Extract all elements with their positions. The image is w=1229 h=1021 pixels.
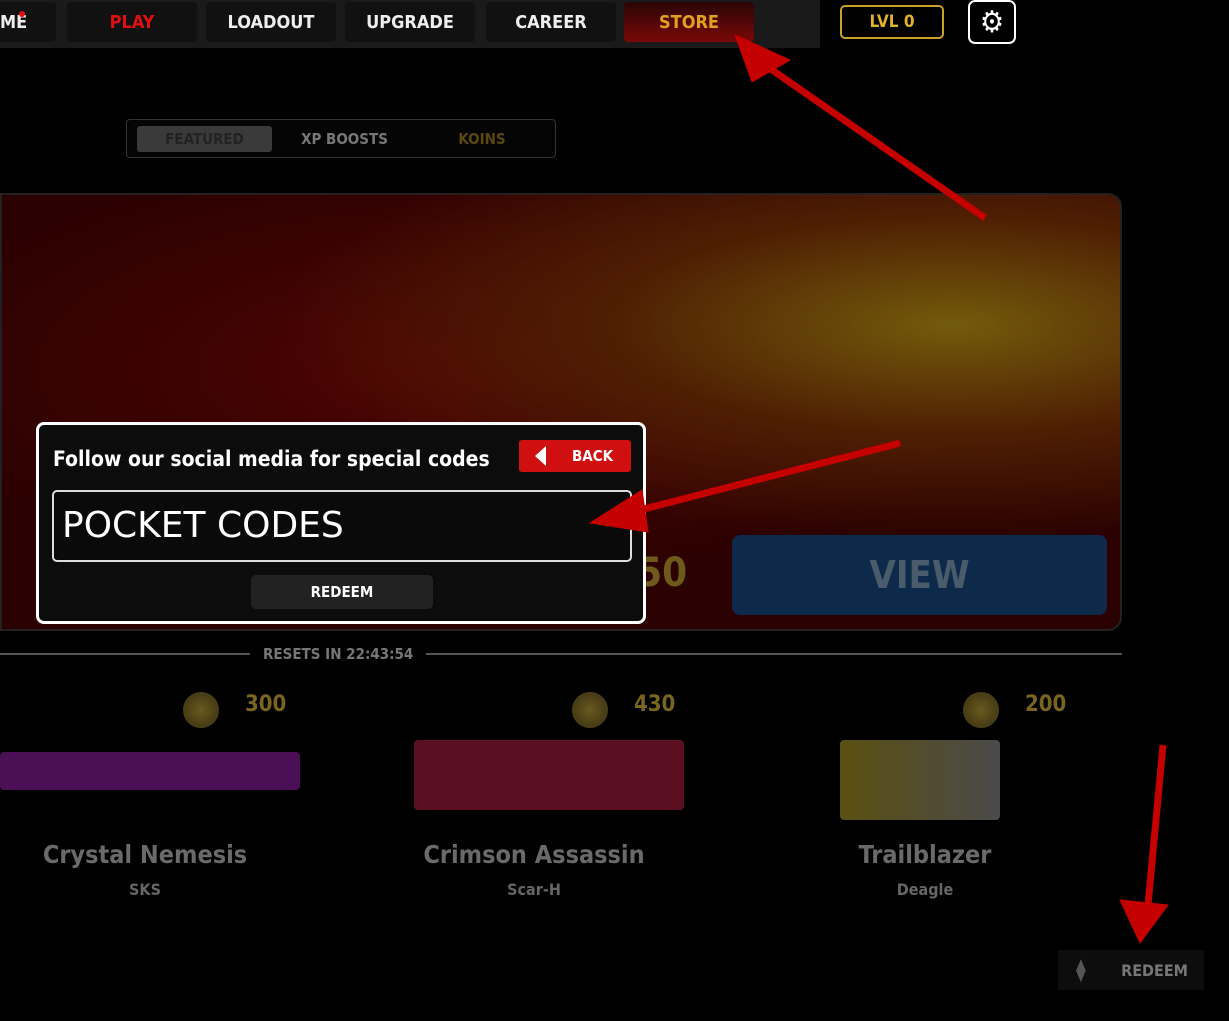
arrow-to-store [763,62,987,221]
annotation-arrows [588,34,1169,944]
arrow-head [1119,899,1169,944]
arrow-to-redeem [1144,744,1167,906]
arrow-head [588,489,649,533]
arrow-to-code-input [639,439,901,514]
